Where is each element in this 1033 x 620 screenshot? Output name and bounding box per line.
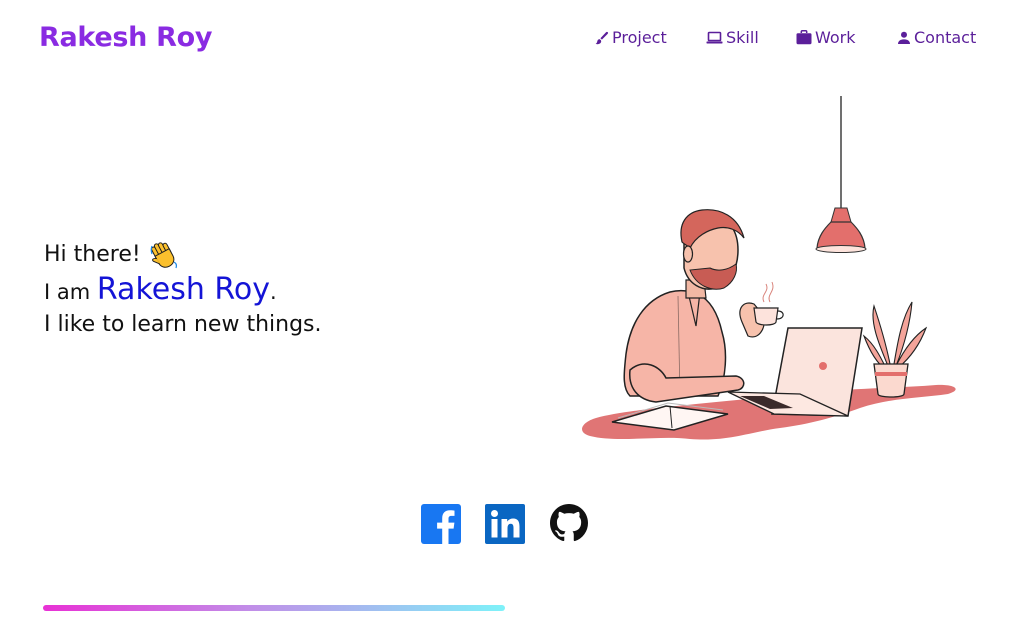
hero-illustration <box>582 96 956 440</box>
nav-contact-link[interactable]: Contact <box>897 28 976 47</box>
linkedin-icon <box>485 504 525 544</box>
waving-hand-icon <box>150 242 177 269</box>
pendant-lamp <box>815 96 867 253</box>
iam-line: I am Rakesh Roy. <box>44 270 322 310</box>
tagline: I like to learn new things. <box>44 312 322 337</box>
facebook-icon <box>421 504 461 544</box>
facebook-link[interactable] <box>421 504 461 544</box>
potted-plant <box>862 301 928 398</box>
main-nav: Project Skill Work Contact <box>0 28 1033 52</box>
nav-skill-label: Skill <box>726 28 759 47</box>
brush-icon <box>595 31 609 44</box>
intro-name: Rakesh Roy <box>96 272 270 307</box>
greeting-text: Hi there! <box>44 242 141 267</box>
scroll-progress-bar <box>43 605 505 611</box>
iam-prefix: I am <box>44 280 97 304</box>
briefcase-icon <box>796 30 812 45</box>
greeting-line: Hi there! <box>44 240 322 270</box>
nav-project-link[interactable]: Project <box>595 28 667 47</box>
intro-section: Hi there! I am Rakesh Roy. I like to lea… <box>44 240 322 340</box>
laptop-icon <box>706 31 723 43</box>
linkedin-link[interactable] <box>485 504 525 544</box>
nav-project-label: Project <box>612 28 667 47</box>
nav-work-link[interactable]: Work <box>796 28 856 47</box>
github-icon <box>550 504 588 542</box>
nav-contact-label: Contact <box>914 28 977 47</box>
coffee-cup <box>753 281 784 326</box>
portfolio-page: Rakesh Roy Project Skill Work Contact Hi… <box>0 0 1033 620</box>
person <box>623 209 765 403</box>
social-links <box>0 504 1033 546</box>
nav-work-label: Work <box>815 28 856 47</box>
name-suffix: . <box>270 280 277 304</box>
person-icon <box>898 31 910 44</box>
nav-skill-link[interactable]: Skill <box>706 28 759 47</box>
github-link[interactable] <box>550 504 590 544</box>
